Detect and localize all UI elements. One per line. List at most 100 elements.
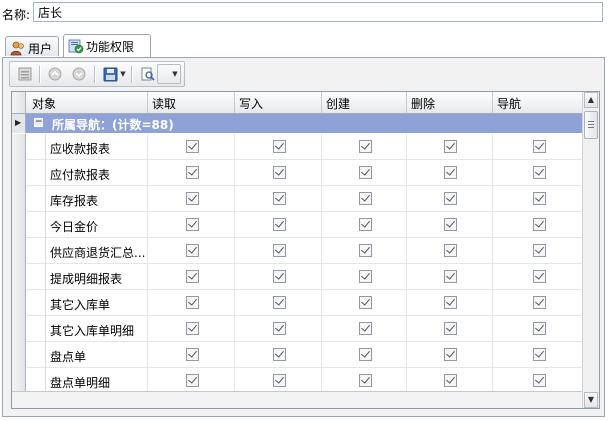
create-checkbox[interactable] — [359, 192, 372, 205]
table-row[interactable]: 提成明细报表 — [12, 264, 584, 290]
table-row[interactable]: 其它入库单明细 — [12, 316, 584, 342]
dropdown-arrow-icon[interactable]: ▼ — [157, 64, 181, 84]
read-checkbox[interactable] — [186, 166, 199, 179]
row-indicator[interactable] — [12, 342, 26, 368]
delete-checkbox[interactable] — [444, 270, 457, 283]
object-name-cell[interactable]: 应付款报表 — [46, 160, 148, 185]
create-checkbox[interactable] — [359, 166, 372, 179]
navigate-checkbox[interactable] — [533, 244, 546, 257]
navigate-checkbox[interactable] — [533, 140, 546, 153]
delete-checkbox[interactable] — [444, 348, 457, 361]
object-name-cell[interactable]: 库存报表 — [46, 186, 148, 211]
tab-permissions[interactable]: 功能权限 — [63, 34, 151, 58]
preview-icon[interactable] — [137, 65, 157, 83]
navigate-checkbox[interactable] — [533, 296, 546, 309]
horizontal-scrollbar[interactable] — [12, 391, 584, 408]
delete-checkbox[interactable] — [444, 244, 457, 257]
row-indicator[interactable] — [12, 238, 26, 264]
group-row[interactable]: ▶ − 所属导航：(计数=88) — [12, 114, 584, 133]
delete-checkbox[interactable] — [444, 374, 457, 387]
write-checkbox[interactable] — [273, 218, 286, 231]
navigate-checkbox[interactable] — [533, 270, 546, 283]
row-indicator[interactable] — [12, 316, 26, 342]
navigate-checkbox[interactable] — [533, 166, 546, 179]
create-checkbox[interactable] — [359, 270, 372, 283]
create-checkbox[interactable] — [359, 296, 372, 309]
read-checkbox[interactable] — [186, 322, 199, 335]
write-checkbox[interactable] — [273, 166, 286, 179]
scroll-up-icon[interactable]: ▲ — [584, 92, 598, 108]
write-checkbox[interactable] — [273, 140, 286, 153]
navigate-checkbox[interactable] — [533, 218, 546, 231]
write-checkbox[interactable] — [273, 192, 286, 205]
delete-checkbox[interactable] — [444, 192, 457, 205]
navigate-checkbox[interactable] — [533, 192, 546, 205]
table-row[interactable]: 应收款报表 — [12, 134, 584, 160]
object-name-cell[interactable]: 其它入库单明细 — [46, 316, 148, 341]
object-name-cell[interactable]: 盘点单明细 — [46, 368, 148, 393]
up-icon[interactable] — [45, 65, 65, 83]
create-checkbox[interactable] — [359, 322, 372, 335]
row-indicator[interactable] — [12, 264, 26, 290]
object-name-cell[interactable]: 应收款报表 — [46, 134, 148, 159]
create-checkbox[interactable] — [359, 244, 372, 257]
delete-checkbox[interactable] — [444, 218, 457, 231]
tab-user[interactable]: 用户 — [5, 36, 59, 56]
read-checkbox[interactable] — [186, 244, 199, 257]
create-checkbox[interactable] — [359, 140, 372, 153]
row-indicator[interactable] — [12, 290, 26, 316]
down-icon[interactable] — [69, 65, 89, 83]
object-name-cell[interactable]: 今日金价 — [46, 212, 148, 237]
navigate-checkbox[interactable] — [533, 348, 546, 361]
column-header-read[interactable]: 读取 — [148, 92, 235, 113]
create-checkbox[interactable] — [359, 348, 372, 361]
scroll-down-icon[interactable]: ▼ — [584, 392, 598, 408]
row-indicator[interactable] — [12, 160, 26, 186]
column-header-delete[interactable]: 删除 — [407, 92, 493, 113]
write-checkbox[interactable] — [273, 270, 286, 283]
column-header-create[interactable]: 创建 — [322, 92, 407, 113]
write-checkbox[interactable] — [273, 348, 286, 361]
table-row[interactable]: 应付款报表 — [12, 160, 584, 186]
read-checkbox[interactable] — [186, 374, 199, 387]
object-name-cell[interactable]: 盘点单 — [46, 342, 148, 367]
table-row[interactable]: 今日金价 — [12, 212, 584, 238]
scrollbar-thumb[interactable] — [584, 111, 598, 139]
column-header-write[interactable]: 写入 — [235, 92, 322, 113]
read-checkbox[interactable] — [186, 140, 199, 153]
write-checkbox[interactable] — [273, 296, 286, 309]
row-indicator[interactable] — [12, 186, 26, 212]
object-name-cell[interactable]: 提成明细报表 — [46, 264, 148, 289]
delete-checkbox[interactable] — [444, 166, 457, 179]
create-checkbox[interactable] — [359, 218, 372, 231]
delete-checkbox[interactable] — [444, 296, 457, 309]
read-checkbox[interactable] — [186, 270, 199, 283]
column-header-object[interactable]: 对象 — [26, 92, 148, 113]
read-checkbox[interactable] — [186, 296, 199, 309]
delete-checkbox[interactable] — [444, 140, 457, 153]
write-checkbox[interactable] — [273, 244, 286, 257]
vertical-scrollbar[interactable]: ▲ ▼ — [582, 92, 599, 408]
delete-checkbox[interactable] — [444, 322, 457, 335]
object-name-cell[interactable]: 供应商退货汇总... — [46, 238, 148, 263]
write-checkbox[interactable] — [273, 322, 286, 335]
collapse-icon[interactable]: − — [34, 118, 43, 127]
navigate-checkbox[interactable] — [533, 374, 546, 387]
table-row[interactable]: 供应商退货汇总... — [12, 238, 584, 264]
navigate-checkbox[interactable] — [533, 322, 546, 335]
read-checkbox[interactable] — [186, 192, 199, 205]
column-header-navigate[interactable]: 导航 — [493, 92, 584, 113]
read-checkbox[interactable] — [186, 218, 199, 231]
create-checkbox[interactable] — [359, 374, 372, 387]
table-row[interactable]: 库存报表 — [12, 186, 584, 212]
dropdown-arrow-icon[interactable]: ▼ — [118, 65, 128, 83]
save-icon[interactable] — [100, 65, 120, 83]
read-checkbox[interactable] — [186, 348, 199, 361]
table-row[interactable]: 盘点单 — [12, 342, 584, 368]
list-icon[interactable] — [15, 65, 35, 83]
row-indicator[interactable] — [12, 134, 26, 160]
name-input[interactable] — [33, 2, 603, 22]
write-checkbox[interactable] — [273, 374, 286, 387]
row-indicator[interactable] — [12, 212, 26, 238]
table-row[interactable]: 其它入库单 — [12, 290, 584, 316]
